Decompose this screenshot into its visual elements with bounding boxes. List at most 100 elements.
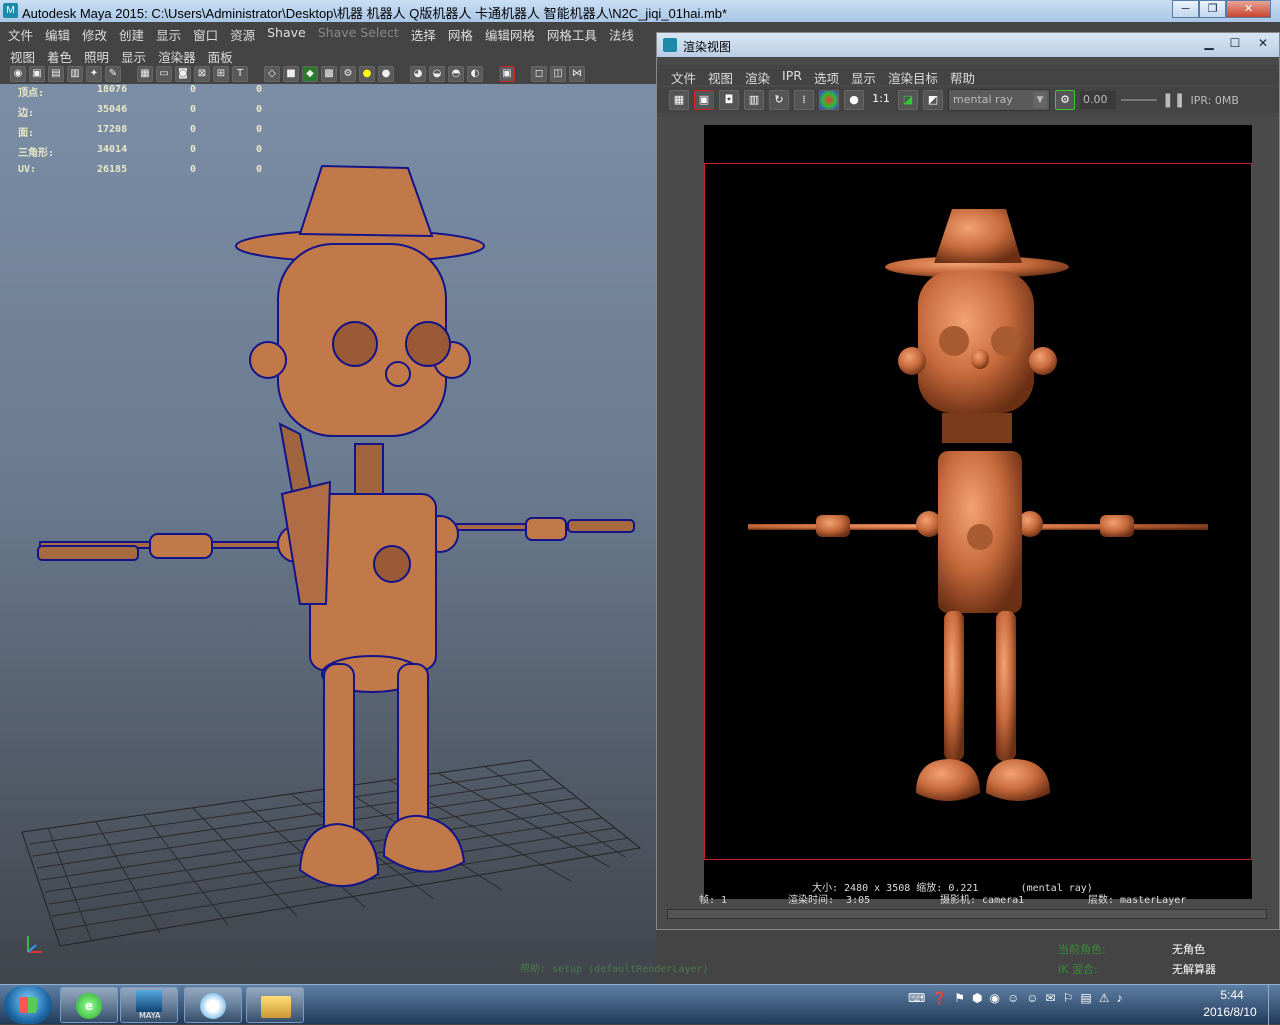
clock-date[interactable]: 2016/8/10 xyxy=(1198,1005,1262,1019)
ik-blend-value: 无解算器 xyxy=(1172,963,1216,976)
network-icon[interactable]: ▤ xyxy=(1080,991,1091,1005)
close-button[interactable]: ✕ xyxy=(1226,0,1271,18)
ik-blend-label: IK 混合: xyxy=(1058,963,1098,976)
textured-icon[interactable]: ▩ xyxy=(321,66,337,82)
render-view-title: 渲染视图 xyxy=(683,40,732,54)
viewport-scene xyxy=(21,164,642,953)
resolution-gate-icon[interactable]: ◙ xyxy=(175,66,191,82)
browser-tray-icon[interactable]: ◉ xyxy=(990,991,1000,1005)
render-info-frame: 帧: 1 xyxy=(699,895,728,906)
multisample-aa-icon[interactable]: ◓ xyxy=(448,66,464,82)
volume-icon[interactable]: ♪ xyxy=(1116,991,1122,1005)
xray-joints-icon[interactable]: ◫ xyxy=(550,66,566,82)
render-region-icon[interactable]: ▣ xyxy=(694,90,714,110)
wechat-icon[interactable]: ✉ xyxy=(1046,991,1056,1005)
refresh-ipr-icon[interactable]: ↻ xyxy=(769,90,789,110)
minimize-button[interactable]: ─ xyxy=(1172,0,1199,18)
render-settings-icon[interactable]: ⁞ xyxy=(794,90,814,110)
depth-of-field-icon[interactable]: ◐ xyxy=(467,66,483,82)
keep-image-icon[interactable]: ◪ xyxy=(898,90,918,110)
render-info-layer: 层数: masterLayer xyxy=(1088,895,1187,906)
current-character-label: 当前角色: xyxy=(1058,943,1106,956)
camera-attributes-icon[interactable]: ▣ xyxy=(29,66,45,82)
wireframe-icon[interactable]: ◇ xyxy=(264,66,280,82)
render-canvas[interactable]: 大小: 2480 x 3508 缩放: 0.221 (mental ray) 帧… xyxy=(699,125,1252,906)
character-info-panel: 当前角色: 无角色 IK 混合: 无解算器 xyxy=(1050,938,1280,982)
image-plane-icon[interactable]: ▥ xyxy=(67,66,83,82)
clock-time[interactable]: 5:44 xyxy=(1212,988,1252,1002)
xray-active-icon[interactable]: ⋈ xyxy=(569,66,585,82)
render-info-camera: 摄影机: camera1 xyxy=(940,895,1025,906)
alpha-channel-icon[interactable]: ● xyxy=(844,90,864,110)
rgb-channels-icon[interactable] xyxy=(819,90,839,110)
chevron-down-icon: ▼ xyxy=(1033,92,1047,108)
render-info-time: 渲染时间: 3:05 xyxy=(788,895,871,906)
viewport-panel-menu: 视图 着色 照明 显示 渲染器 面板 xyxy=(0,44,660,65)
ipr-tuning-icon[interactable]: ⚙ xyxy=(1055,90,1075,110)
restore-button[interactable]: ❐ xyxy=(1199,0,1226,18)
flag-icon[interactable]: ⚐ xyxy=(1063,991,1074,1005)
film-gate-icon[interactable]: ▭ xyxy=(156,66,172,82)
qq-alt-icon[interactable]: ☺ xyxy=(1026,991,1038,1005)
folder-icon xyxy=(261,996,291,1018)
start-button[interactable] xyxy=(4,986,52,1024)
window-title: Autodesk Maya 2015: C:\Users\Administrat… xyxy=(22,6,728,21)
renderer-dropdown[interactable]: mental ray ▼ xyxy=(948,89,1050,111)
smooth-shade-icon[interactable]: ■ xyxy=(283,66,299,82)
maya-icon xyxy=(136,990,162,1012)
current-character-value: 无角色 xyxy=(1172,943,1205,956)
select-camera-icon[interactable]: ◉ xyxy=(10,66,26,82)
field-chart-icon[interactable]: ⊞ xyxy=(213,66,229,82)
gate-mask-icon[interactable]: ⊠ xyxy=(194,66,210,82)
wireframe-on-shaded-icon[interactable]: ◆ xyxy=(302,66,318,82)
snapshot-icon[interactable]: ◘ xyxy=(719,90,739,110)
perspective-viewport[interactable]: 顶点: 18076 0 0 边: 35046 0 0 面: 17208 0 0 … xyxy=(0,84,656,984)
windows-logo-icon xyxy=(19,997,37,1013)
rv-maximize-button[interactable]: ☐ xyxy=(1223,36,1247,52)
ipr-render-icon[interactable]: ▥ xyxy=(744,90,764,110)
help-icon[interactable]: ❓ xyxy=(932,991,947,1005)
render-view-window: 渲染视图 ▁ ☐ ✕ 文件 视图 渲染 IPR 选项 显示 渲染目标 帮助 ▦ … xyxy=(656,32,1280,930)
screen-space-ao-icon[interactable]: ◕ xyxy=(410,66,426,82)
default-light-icon[interactable]: ● xyxy=(359,66,375,82)
browser-icon xyxy=(200,993,226,1019)
taskbar-maya-button[interactable]: MAYA xyxy=(120,987,178,1023)
show-desktop-button[interactable] xyxy=(1268,985,1280,1025)
motion-blur-icon[interactable]: ◒ xyxy=(429,66,445,82)
safe-action-icon[interactable]: T xyxy=(232,66,248,82)
axis-indicator xyxy=(27,936,42,953)
qq-icon[interactable]: ☺ xyxy=(1007,991,1019,1005)
main-title-bar: M Autodesk Maya 2015: C:\Users\Administr… xyxy=(0,0,1280,22)
robot-model-wireframe xyxy=(37,164,635,887)
2d-pan-icon[interactable]: ✦ xyxy=(86,66,102,82)
use-all-lights-icon[interactable]: ⚙ xyxy=(340,66,356,82)
grease-pencil-icon[interactable]: ✎ xyxy=(105,66,121,82)
exposure-field[interactable]: 0.00 xyxy=(1080,91,1116,109)
taskbar-explorer-button[interactable] xyxy=(246,987,304,1023)
language-icon[interactable]: ⚑ xyxy=(954,991,965,1005)
action-center-icon[interactable]: ⚠ xyxy=(1099,991,1110,1005)
rendered-robot-image xyxy=(748,209,1208,801)
ipr-memory-label: IPR: 0MB xyxy=(1190,93,1239,107)
rv-minimize-button[interactable]: ▁ xyxy=(1197,36,1221,52)
system-tray: ⌨ ❓ ⚑ ⬢ ◉ ☺ ☺ ✉ ⚐ ▤ ⚠ ♪ xyxy=(908,991,1122,1005)
windows-taskbar: e MAYA ⌨ ❓ ⚑ ⬢ ◉ ☺ ☺ ✉ ⚐ ▤ ⚠ ♪ 5:44 2016… xyxy=(0,984,1280,1025)
rv-close-button[interactable]: ✕ xyxy=(1251,36,1275,52)
pause-icon[interactable]: ❚❚ xyxy=(1162,92,1185,108)
isolate-select-icon[interactable]: ▣ xyxy=(499,66,515,82)
ie-icon: e xyxy=(76,993,102,1019)
bookmark-icon[interactable]: ▤ xyxy=(48,66,64,82)
shadows-icon[interactable]: ● xyxy=(378,66,394,82)
redo-render-icon[interactable]: ▦ xyxy=(669,90,689,110)
grid-icon[interactable]: ▦ xyxy=(137,66,153,82)
exposure-slider[interactable] xyxy=(1121,99,1157,101)
keyboard-icon[interactable]: ⌨ xyxy=(908,991,925,1005)
taskbar-ie-button[interactable]: e xyxy=(60,987,118,1023)
rendered-robot xyxy=(748,209,1208,801)
xray-icon[interactable]: ◻ xyxy=(531,66,547,82)
remove-image-icon[interactable]: ◩ xyxy=(923,90,943,110)
security-icon[interactable]: ⬢ xyxy=(972,991,982,1005)
real-size-icon[interactable]: 1:1 xyxy=(869,90,893,110)
render-view-scrollbar[interactable] xyxy=(667,909,1267,919)
taskbar-qq-browser-button[interactable] xyxy=(184,987,242,1023)
